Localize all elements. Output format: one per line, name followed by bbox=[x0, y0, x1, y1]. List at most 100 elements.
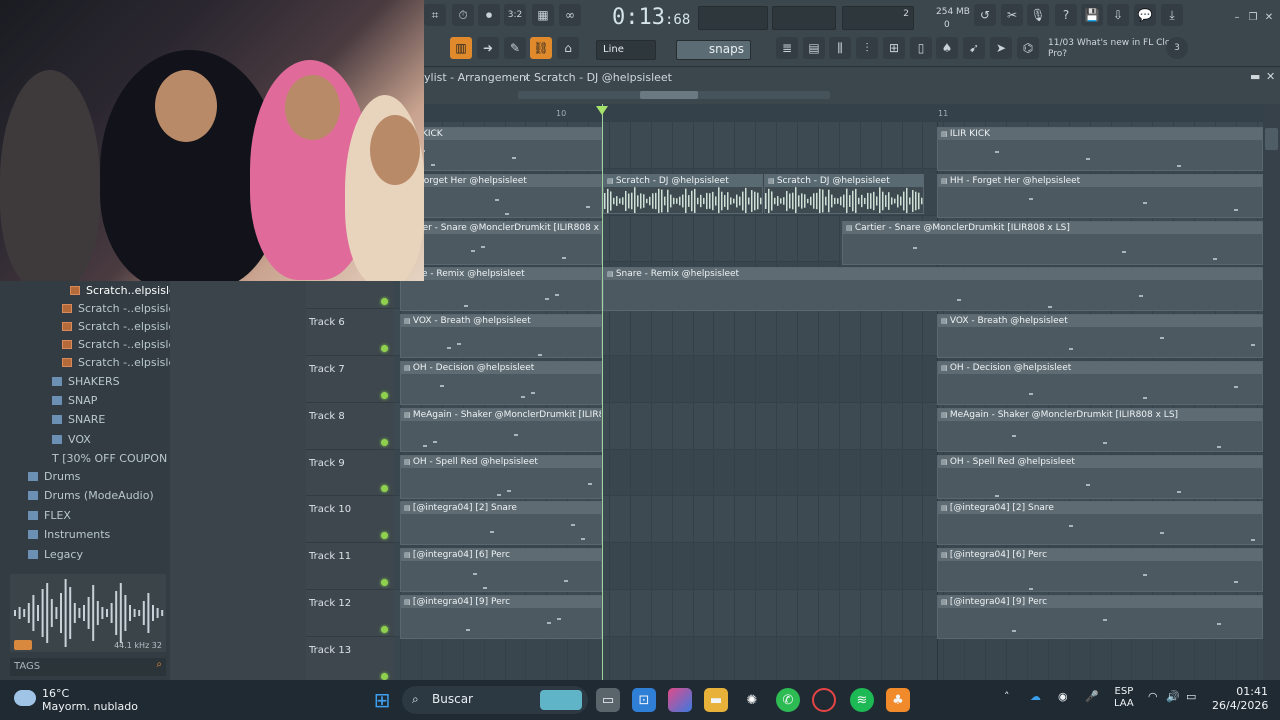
audio-clip[interactable]: Scratch - DJ @helpsisleet bbox=[603, 173, 763, 214]
browser-item[interactable]: SHAKERS bbox=[52, 375, 120, 393]
battery-icon[interactable]: ▭ bbox=[1186, 690, 1196, 703]
close-icon[interactable]: ✕ bbox=[1266, 70, 1275, 83]
track-header[interactable]: Track 8 bbox=[306, 403, 394, 450]
pattern-clip[interactable]: R KICK bbox=[400, 127, 602, 171]
metronome-icon[interactable]: ⏱ bbox=[452, 4, 474, 26]
windows-start-icon[interactable]: ⊞ bbox=[370, 688, 394, 712]
track-mute-led[interactable] bbox=[381, 578, 388, 586]
browser-item[interactable]: SNARE bbox=[52, 413, 105, 431]
track-header[interactable]: Track 10 bbox=[306, 496, 394, 544]
browser-item[interactable]: FLEX bbox=[28, 509, 71, 527]
playlist-title-bar[interactable]: ylist - Arrangement › Scratch - DJ @help… bbox=[424, 68, 1280, 88]
close-icon[interactable]: ✕ bbox=[1262, 12, 1276, 26]
countdown-icon[interactable]: 3:2 bbox=[504, 4, 526, 26]
pattern-clip[interactable]: [@integra04] [2] Snare bbox=[937, 501, 1263, 546]
chevron-up-icon[interactable]: ˄ bbox=[1004, 690, 1010, 703]
pattern-clip[interactable]: [@integra04] [6] Perc bbox=[937, 548, 1263, 593]
wifi-icon[interactable]: ◠ bbox=[1148, 690, 1158, 703]
chrome-tray-icon[interactable]: ◉ bbox=[1058, 690, 1068, 703]
browser-item[interactable]: T [30% OFF COUPON bbox=[52, 452, 167, 470]
stamp-icon[interactable]: ⌂ bbox=[557, 37, 579, 59]
browser-item[interactable]: Instruments bbox=[28, 528, 110, 546]
track-mute-led[interactable] bbox=[381, 532, 388, 540]
track-header[interactable]: Track 7 bbox=[306, 356, 394, 403]
playhead-marker[interactable] bbox=[596, 106, 608, 115]
audio-clip[interactable]: Scratch - DJ @helpsisleet bbox=[764, 173, 924, 214]
clock[interactable]: 01:41 26/4/2026 bbox=[1212, 685, 1268, 713]
snap-selector[interactable]: snaps bbox=[676, 40, 751, 60]
track-mute-led[interactable] bbox=[381, 344, 388, 352]
microphone-icon[interactable]: 🎙 bbox=[1027, 4, 1049, 26]
pattern-clip[interactable]: MeAgain - Shaker @MonclerDrumkit [ILIR80… bbox=[400, 407, 602, 452]
minimize-icon[interactable]: ▬ bbox=[1250, 70, 1260, 83]
file-explorer-icon[interactable]: ▬ bbox=[704, 688, 728, 712]
arrow-right-icon[interactable]: ➜ bbox=[477, 37, 499, 59]
playhead-line[interactable] bbox=[602, 104, 603, 680]
mic-tray-icon[interactable]: 🎤 bbox=[1085, 690, 1099, 703]
pattern-clip[interactable]: VOX - Breath @helpsisleet bbox=[937, 314, 1263, 359]
link-icon[interactable]: ⛓ bbox=[530, 37, 552, 59]
pattern-clip[interactable]: MeAgain - Shaker @MonclerDrumkit [ILIR80… bbox=[937, 407, 1263, 452]
undo-icon[interactable]: ↺ bbox=[974, 4, 996, 26]
help-icon[interactable]: ? bbox=[1055, 4, 1077, 26]
chatgpt-icon[interactable]: ✺ bbox=[740, 688, 764, 712]
pattern-clip[interactable]: [@integra04] [9] Perc bbox=[937, 595, 1263, 639]
track-header[interactable]: Track 6 bbox=[306, 309, 394, 356]
pattern-clip[interactable]: HH - Forget Her @helpsisleet bbox=[937, 173, 1263, 218]
track-mute-led[interactable] bbox=[381, 672, 388, 680]
playlist-icon[interactable]: ≣ bbox=[776, 37, 798, 59]
copilot-icon[interactable] bbox=[668, 688, 692, 712]
browser-item[interactable]: Scratch -..elpsisleet bbox=[62, 338, 186, 356]
pattern-clip[interactable]: rtier - Snare @MonclerDrumkit [ILIR808 x… bbox=[400, 220, 602, 265]
audio-preview[interactable]: 44.1 kHz 32 bbox=[10, 574, 166, 652]
track-header[interactable]: Track 11 bbox=[306, 543, 394, 590]
pattern-clip[interactable]: OH - Spell Red @helpsisleet bbox=[400, 454, 602, 499]
horizontal-scrollbar[interactable] bbox=[424, 88, 1280, 104]
volume-icon[interactable]: 🔊 bbox=[1166, 690, 1180, 703]
news-badge-icon[interactable]: 3 bbox=[1166, 37, 1188, 59]
spotify-icon[interactable]: ≋ bbox=[850, 688, 874, 712]
track-header[interactable]: Track 12 bbox=[306, 590, 394, 637]
loop-record-icon[interactable]: ∞ bbox=[559, 4, 581, 26]
document-icon[interactable]: ▯ bbox=[910, 37, 932, 59]
track-mute-led[interactable] bbox=[381, 298, 388, 306]
chat-icon[interactable]: 💬 bbox=[1134, 4, 1156, 26]
browser-item[interactable]: VOX bbox=[52, 433, 91, 451]
scrollbar-thumb[interactable] bbox=[640, 91, 698, 99]
store-icon[interactable]: ⊡ bbox=[632, 688, 656, 712]
pattern-clip[interactable]: OH - Spell Red @helpsisleet bbox=[937, 454, 1263, 499]
vertical-scrollbar[interactable] bbox=[1263, 104, 1280, 680]
pattern-clip[interactable]: ILIR KICK bbox=[937, 127, 1263, 171]
pointer-icon[interactable]: ➹ bbox=[963, 37, 985, 59]
track-mute-led[interactable] bbox=[381, 391, 388, 399]
fl-studio-icon[interactable]: ♣ bbox=[886, 688, 910, 712]
browser-icon[interactable]: ⊞ bbox=[883, 37, 905, 59]
track-header[interactable]: Track 9 bbox=[306, 450, 394, 497]
timeline-ruler[interactable]: 10 11 bbox=[424, 104, 1263, 122]
send-icon[interactable]: ➤ bbox=[990, 37, 1012, 59]
cut-icon[interactable]: ✂ bbox=[1001, 4, 1023, 26]
pattern-clip[interactable]: Cartier - Snare @MonclerDrumkit [ILIR808… bbox=[842, 220, 1263, 265]
shop-icon[interactable]: ⌬ bbox=[1017, 37, 1039, 59]
download-icon[interactable]: ⤓ bbox=[1161, 4, 1183, 26]
channel-rack-icon[interactable]: ▤ bbox=[803, 37, 825, 59]
pattern-clip[interactable]: [@integra04] [9] Perc bbox=[400, 595, 602, 639]
tags-bar[interactable]: TAGS ⌕ bbox=[10, 658, 166, 676]
browser-item[interactable]: Scratch -..elpsisleet bbox=[62, 320, 186, 338]
snap-mode-select[interactable]: Line bbox=[596, 40, 656, 60]
search-icon[interactable]: ⌕ bbox=[156, 659, 162, 670]
save-icon[interactable]: 💾 bbox=[1081, 4, 1103, 26]
wait-for-input-icon[interactable]: ⏺ bbox=[478, 4, 500, 26]
language-indicator[interactable]: ESP LAA bbox=[1114, 686, 1134, 710]
play-preview-icon[interactable] bbox=[14, 640, 32, 650]
mixer-icon[interactable]: ⫼ bbox=[829, 37, 851, 59]
chrome-icon[interactable] bbox=[812, 688, 836, 712]
taskbar-search[interactable]: ⌕ Buscar bbox=[402, 686, 588, 714]
render-icon[interactable]: ⇩ bbox=[1107, 4, 1129, 26]
plugin-icon[interactable]: ♠ bbox=[936, 37, 958, 59]
pattern-clip[interactable]: OH - Decision @helpsisleet bbox=[937, 361, 1263, 405]
track-mute-led[interactable] bbox=[381, 625, 388, 633]
pattern-clip[interactable]: OH - Decision @helpsisleet bbox=[400, 361, 602, 405]
minimize-icon[interactable]: – bbox=[1230, 12, 1244, 26]
track-mute-led[interactable] bbox=[381, 438, 388, 446]
